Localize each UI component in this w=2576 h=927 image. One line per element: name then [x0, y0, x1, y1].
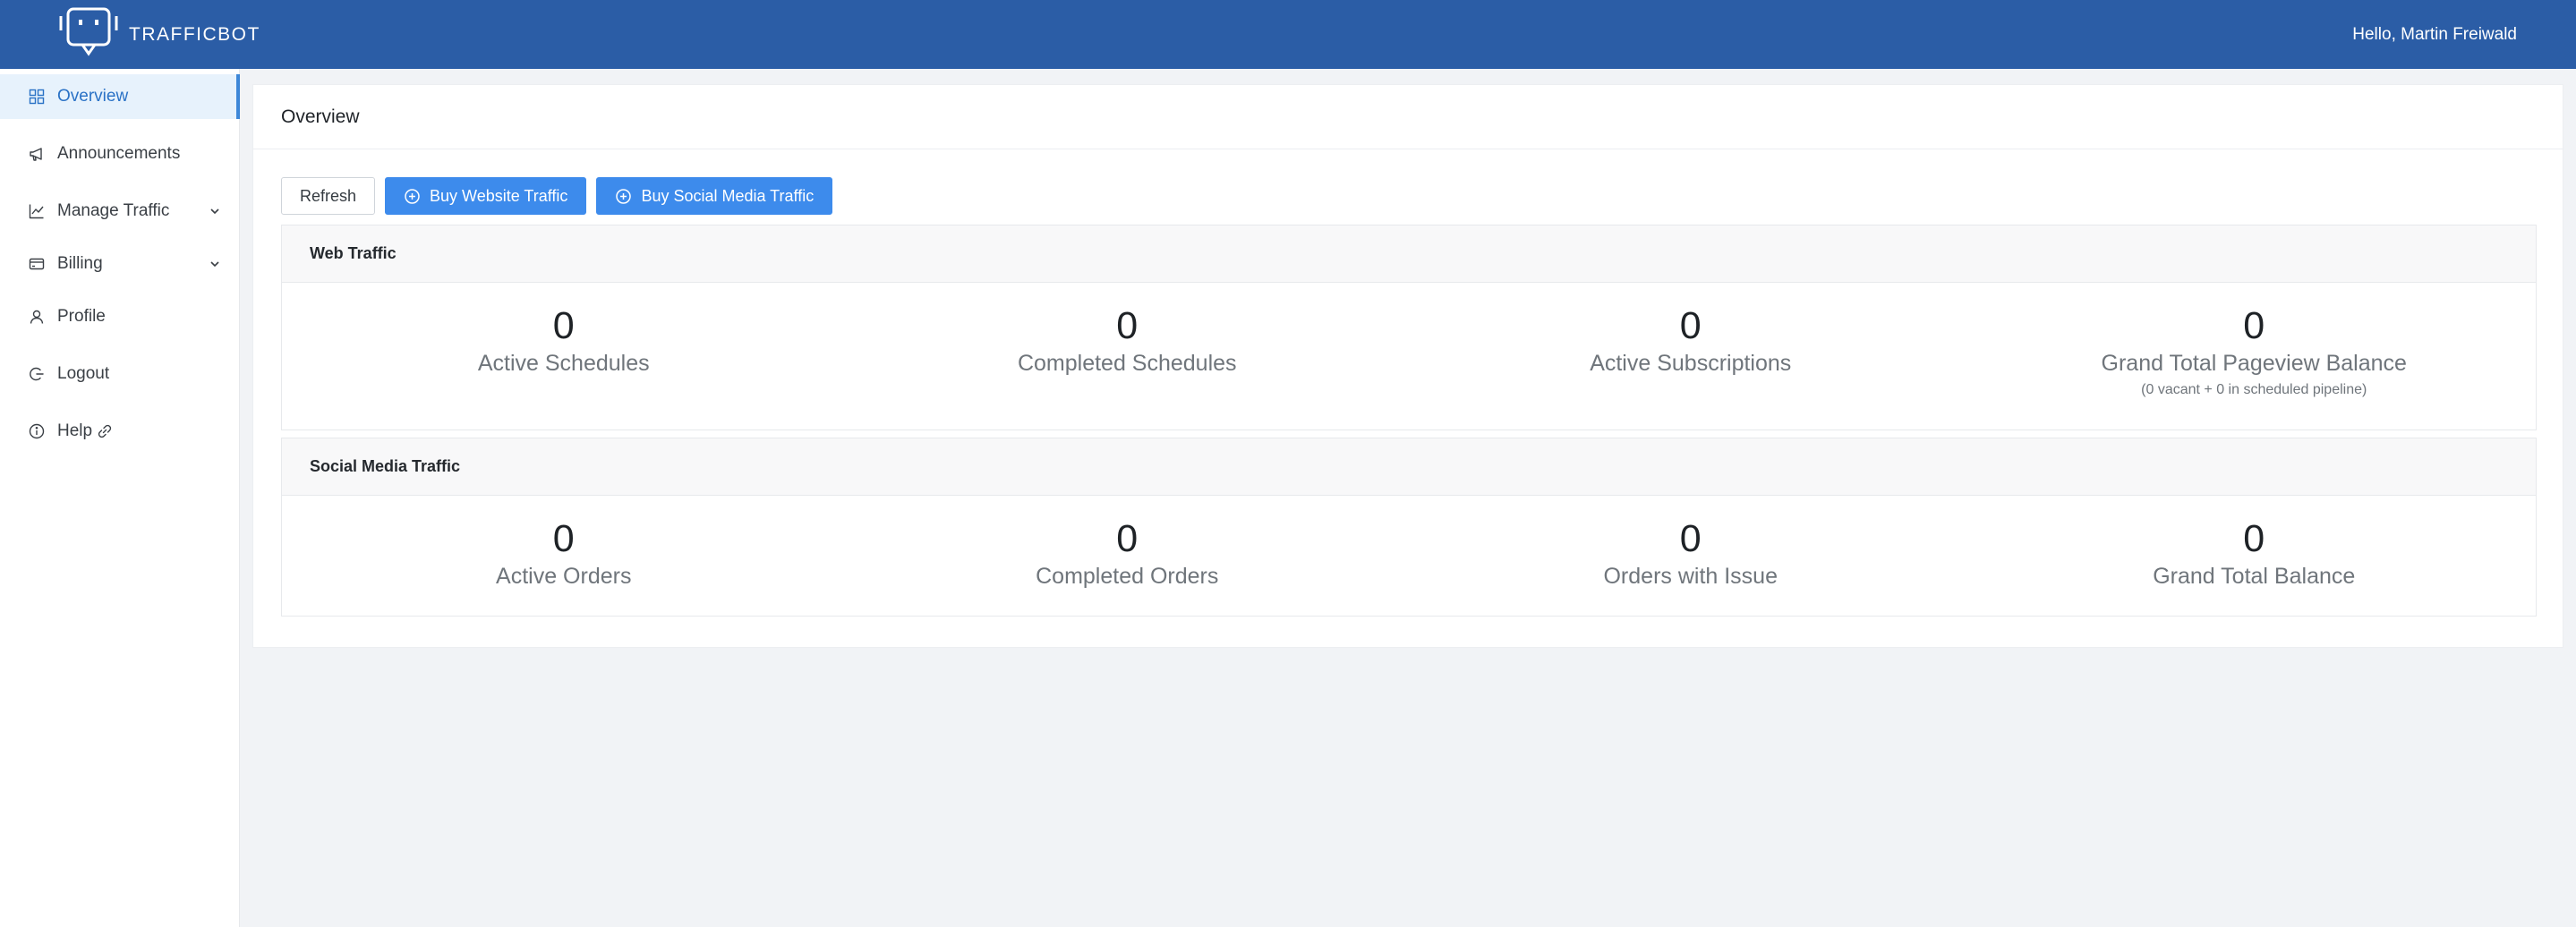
- stat-active-orders: 0 Active Orders: [282, 517, 846, 590]
- sidebar-item-announcements[interactable]: Announcements: [0, 132, 240, 176]
- top-bar: TRAFFICBOT Hello, Martin Freiwald: [0, 0, 2576, 69]
- refresh-button[interactable]: Refresh: [281, 177, 376, 215]
- web-traffic-section: Web Traffic 0 Active Schedules 0 Complet…: [281, 225, 2537, 430]
- stat-value: 0: [552, 517, 575, 560]
- external-link-icon: [98, 424, 112, 438]
- sidebar-item-label: Help: [57, 421, 93, 440]
- plus-circle-icon: [615, 188, 632, 205]
- stat-label: Completed Orders: [1036, 564, 1219, 589]
- chevron-down-icon: [209, 259, 220, 269]
- user-icon: [28, 308, 46, 326]
- stat-label: Grand Total Pageview Balance: [2101, 351, 2407, 376]
- stat-label: Active Orders: [496, 564, 632, 589]
- stat-value: 0: [1116, 304, 1139, 347]
- stat-grand-total-balance: 0 Grand Total Balance: [1973, 517, 2537, 590]
- sidebar-item-label: Profile: [57, 307, 106, 326]
- user-greeting[interactable]: Hello, Martin Freiwald: [2352, 25, 2517, 45]
- section-title: Social Media Traffic: [282, 438, 2536, 496]
- stat-value: 0: [1679, 517, 1702, 560]
- social-traffic-stats: 0 Active Orders 0 Completed Orders 0 Ord…: [282, 496, 2536, 590]
- stat-value: 0: [552, 304, 575, 347]
- grid-icon: [28, 88, 46, 106]
- brand[interactable]: TRAFFICBOT: [57, 4, 260, 65]
- button-label: Buy Social Media Traffic: [641, 186, 815, 205]
- web-traffic-stats: 0 Active Schedules 0 Completed Schedules…: [282, 283, 2536, 398]
- button-label: Buy Website Traffic: [430, 186, 568, 205]
- stat-label: Active Subscriptions: [1590, 351, 1792, 376]
- buy-social-media-traffic-button[interactable]: Buy Social Media Traffic: [596, 177, 833, 215]
- plus-circle-icon: [404, 188, 421, 205]
- sidebar-item-help[interactable]: Help: [0, 409, 240, 454]
- sidebar-item-label: Announcements: [57, 144, 181, 163]
- robot-logo-icon: [57, 4, 120, 65]
- toolbar: Refresh Buy Website Traffic Buy Social M…: [281, 177, 833, 215]
- sidebar-item-profile[interactable]: Profile: [0, 294, 240, 339]
- chart-line-icon: [28, 202, 46, 220]
- overview-panel: Overview Refresh Buy Website Traffic Buy…: [252, 84, 2563, 648]
- logout-icon: [28, 365, 46, 383]
- sidebar-item-logout[interactable]: Logout: [0, 352, 240, 396]
- credit-card-icon: [28, 255, 46, 273]
- stat-completed-schedules: 0 Completed Schedules: [846, 304, 1410, 398]
- stat-value: 0: [1116, 517, 1139, 560]
- sidebar-item-billing[interactable]: Billing: [0, 242, 240, 286]
- sidebar-item-label: Overview: [57, 87, 129, 106]
- stat-active-subscriptions: 0 Active Subscriptions: [1409, 304, 1973, 398]
- buy-website-traffic-button[interactable]: Buy Website Traffic: [385, 177, 587, 215]
- stat-label: Active Schedules: [477, 351, 650, 376]
- stat-label: Grand Total Balance: [2153, 564, 2356, 589]
- page-title: Overview: [253, 85, 2563, 149]
- stat-label: Orders with Issue: [1603, 564, 1778, 589]
- social-media-traffic-section: Social Media Traffic 0 Active Orders 0 C…: [281, 438, 2537, 617]
- stat-value: 0: [2243, 304, 2265, 347]
- stat-value: 0: [2243, 517, 2265, 560]
- stat-completed-orders: 0 Completed Orders: [846, 517, 1410, 590]
- chevron-down-icon: [209, 206, 220, 217]
- sidebar-item-label: Billing: [57, 254, 103, 273]
- stat-active-schedules: 0 Active Schedules: [282, 304, 846, 398]
- sidebar-item-manage-traffic[interactable]: Manage Traffic: [0, 189, 240, 234]
- stat-label: Completed Schedules: [1017, 351, 1237, 376]
- stat-orders-with-issue: 0 Orders with Issue: [1409, 517, 1973, 590]
- brand-name: TRAFFICBOT: [129, 23, 260, 45]
- megaphone-icon: [28, 145, 46, 163]
- stat-value: 0: [1679, 304, 1702, 347]
- info-icon: [28, 422, 46, 440]
- sidebar-item-overview[interactable]: Overview: [0, 74, 240, 119]
- stat-subtext: (0 vacant + 0 in scheduled pipeline): [2141, 382, 2367, 397]
- sidebar-item-label: Logout: [57, 364, 110, 383]
- section-title: Web Traffic: [282, 225, 2536, 283]
- stat-grand-total-pageview-balance: 0 Grand Total Pageview Balance (0 vacant…: [1973, 304, 2537, 398]
- sidebar: Overview Announcements Manage Traffic Bi…: [0, 69, 240, 927]
- sidebar-item-label: Manage Traffic: [57, 201, 170, 220]
